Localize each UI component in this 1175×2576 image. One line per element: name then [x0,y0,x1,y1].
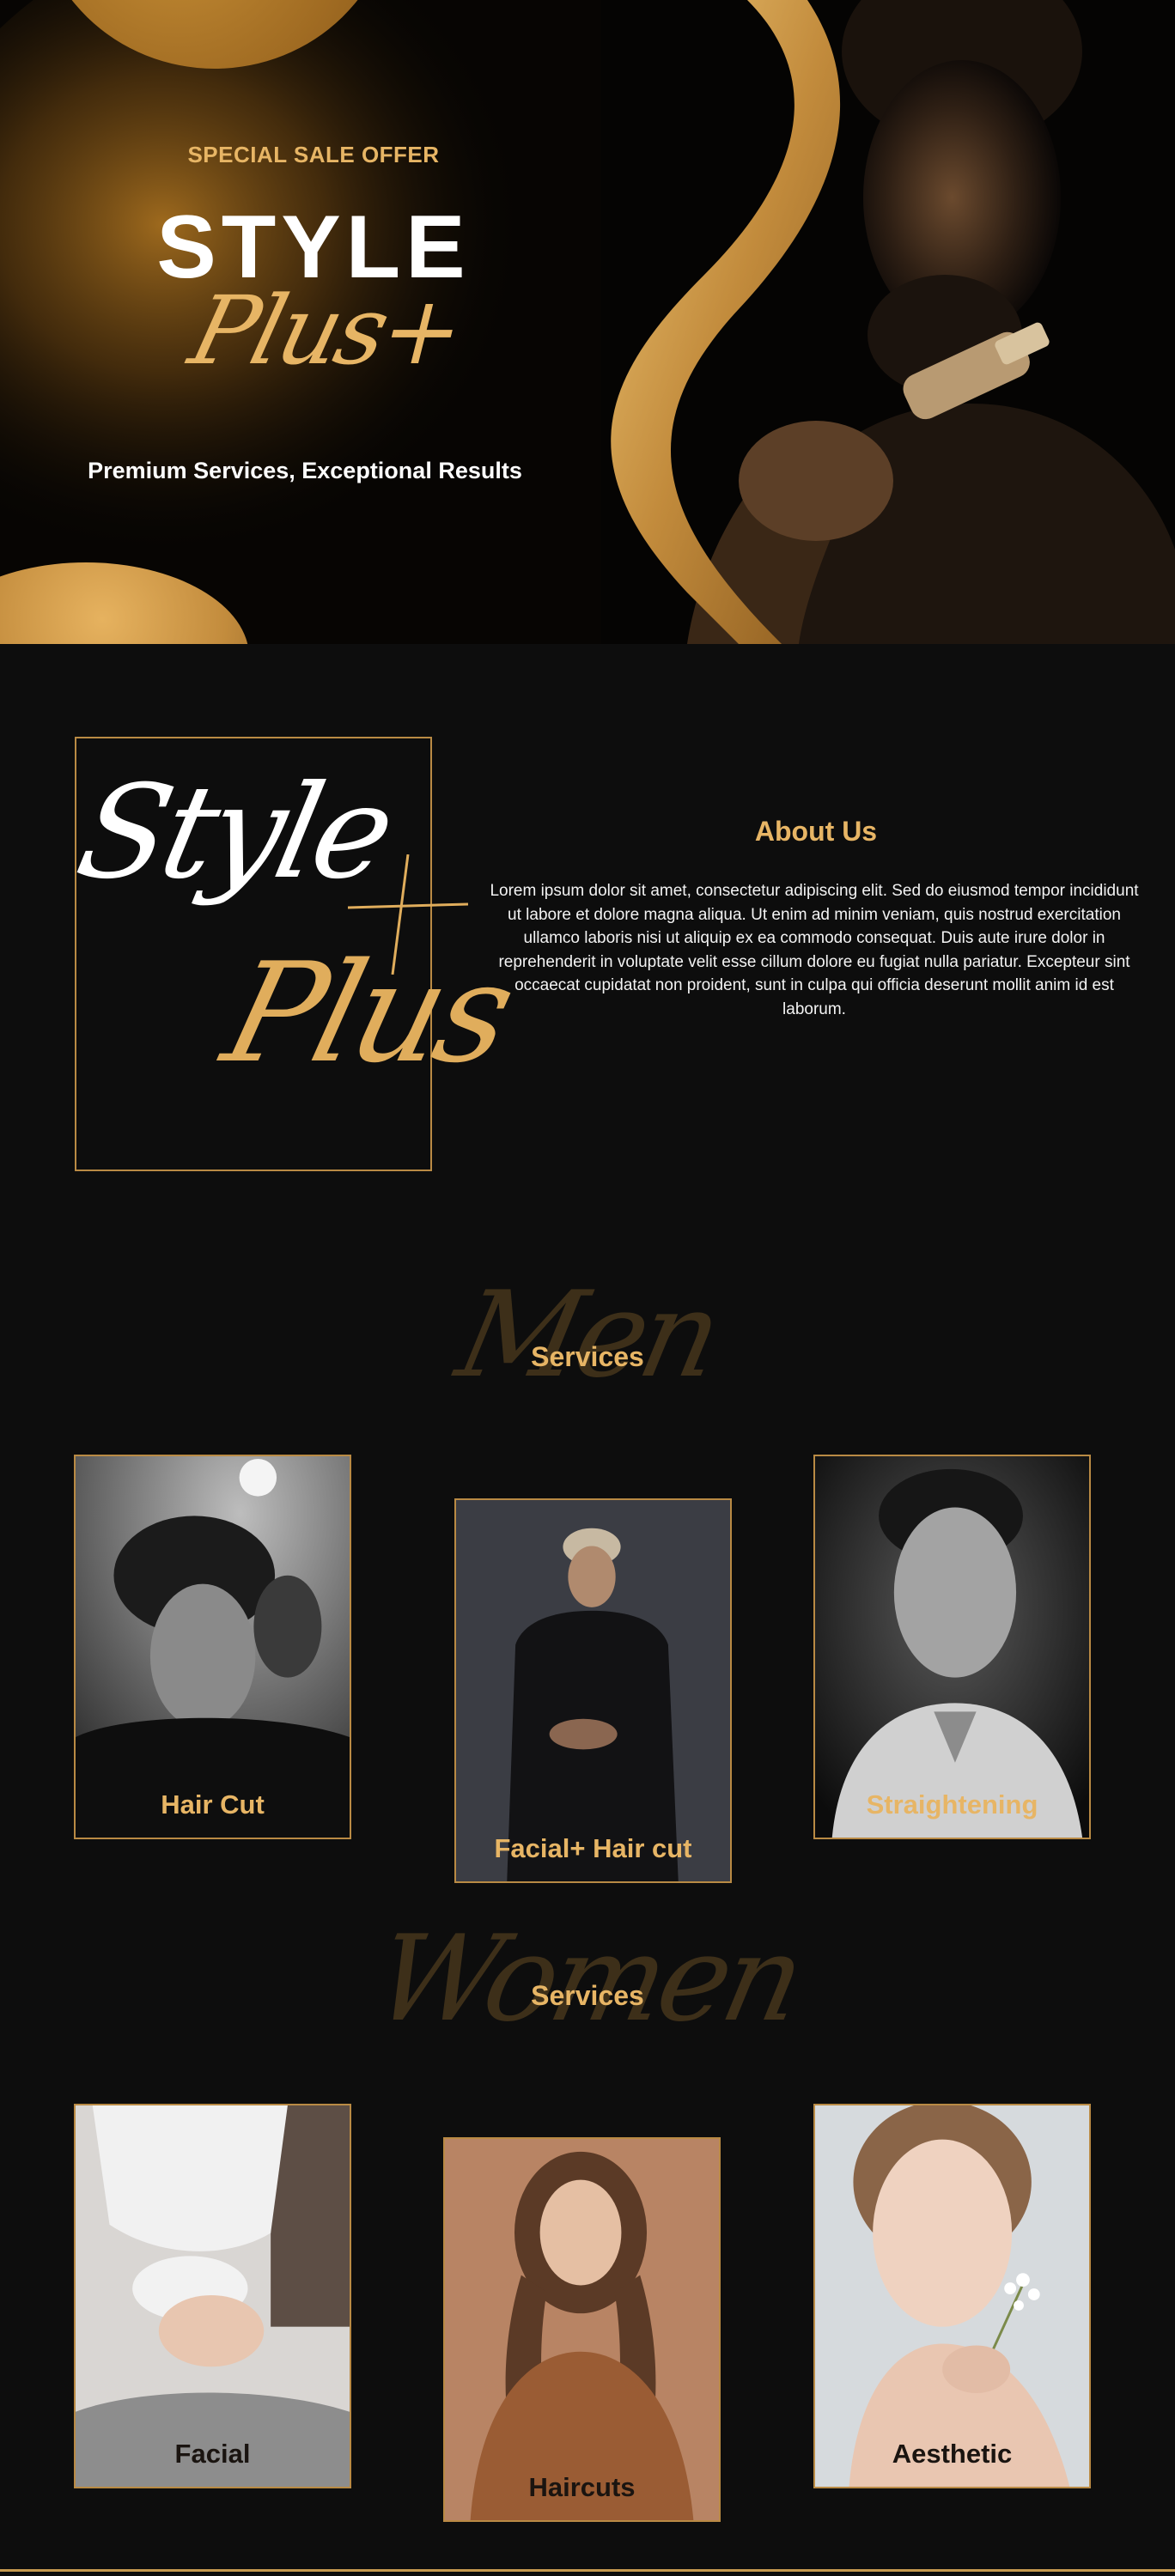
hero-tagline: Premium Services, Exceptional Results [88,458,522,483]
straightening-photo [815,1456,1089,1838]
footer-divider [0,2569,1175,2572]
haircuts-photo [445,2139,719,2520]
about-body-text: Lorem ipsum dolor sit amet, consectetur … [490,882,1139,1018]
hair-cut-photo [76,1456,350,1838]
logo-script-plus: Plus [210,933,526,1093]
service-card-hair-cut[interactable]: Hair Cut [74,1455,351,1839]
hero-banner: SPECIAL SALE OFFER STYLE Plus+ Premium S… [0,0,1175,644]
brand-script: Plus+ [180,276,473,386]
facial-hair-cut-photo [456,1500,730,1881]
facial-photo [76,2105,350,2487]
men-script-watermark: Men [447,1266,729,1404]
about-title: About Us [754,816,878,847]
gold-swirl-divider [611,0,841,644]
facial-label: Facial [174,2439,251,2469]
service-card-aesthetic[interactable]: Aesthetic [813,2104,1091,2488]
aesthetic-photo [815,2105,1089,2487]
women-services-heading: Services [531,1980,644,2011]
straightening-label: Straightening [866,1789,1038,1820]
service-card-straightening[interactable]: Straightening [813,1455,1091,1839]
facial-hair-cut-label: Facial+ Hair cut [494,1833,692,1863]
haircuts-label: Haircuts [528,2472,636,2502]
women-script-watermark: Women [363,1910,812,2048]
service-card-haircuts[interactable]: Haircuts [443,2137,721,2522]
sale-offer-label: SPECIAL SALE OFFER [187,142,440,167]
men-services-heading: Services [531,1341,644,1372]
hair-cut-label: Hair Cut [161,1789,265,1820]
service-card-facial[interactable]: Facial [74,2104,351,2488]
aesthetic-label: Aesthetic [892,2439,1013,2469]
service-card-facial-hair-cut[interactable]: Facial+ Hair cut [454,1498,732,1883]
